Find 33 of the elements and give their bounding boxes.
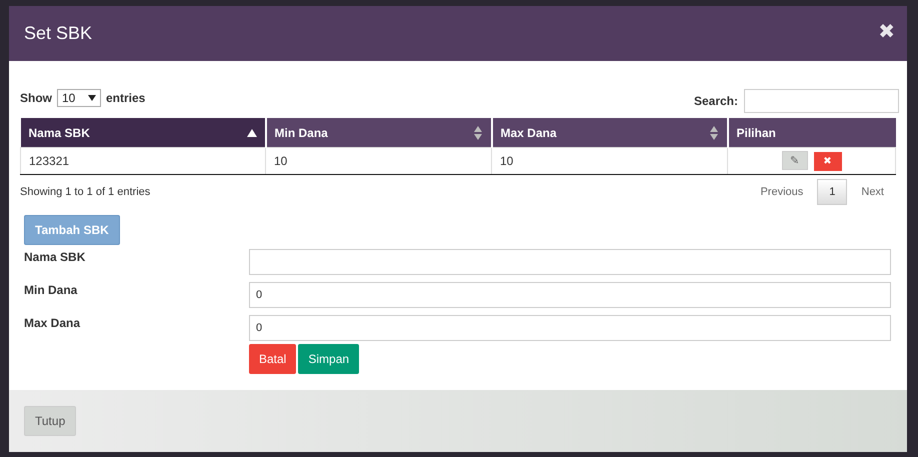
search-label: Search: xyxy=(694,94,738,108)
pagination-link[interactable]: Previous xyxy=(748,179,816,205)
save-button[interactable]: Simpan xyxy=(298,344,360,374)
table-cell: 10 xyxy=(492,148,728,174)
field-label: Max Dana xyxy=(23,315,82,330)
input-field[interactable]: 0 xyxy=(249,282,891,308)
search-field[interactable] xyxy=(744,89,899,113)
page-button[interactable]: 1 xyxy=(817,179,848,205)
close-dialog-button[interactable]: Tutup xyxy=(24,406,76,436)
column-header[interactable]: Min Dana xyxy=(266,118,492,148)
table-cell: 123321 xyxy=(20,148,266,174)
sort-icon xyxy=(246,128,256,136)
field-label: Nama SBK xyxy=(23,249,86,264)
input-field[interactable] xyxy=(249,249,891,275)
input-field[interactable]: 0 xyxy=(249,315,891,341)
delete-button[interactable]: ✖ xyxy=(814,152,842,171)
caret-icon xyxy=(88,95,96,101)
column-header[interactable]: Nama SBK xyxy=(20,118,266,148)
table-info: Showing 1 to 1 of 1 entries xyxy=(20,186,150,198)
field-label: Min Dana xyxy=(23,282,78,297)
entries-label: entries xyxy=(106,91,146,105)
sort-icon xyxy=(472,126,482,140)
cancel-button[interactable]: Batal xyxy=(249,344,296,374)
pagination-link[interactable]: Next xyxy=(849,179,896,205)
close-button[interactable]: ✖ xyxy=(878,18,895,42)
show-label: Show xyxy=(20,91,52,105)
sort-icon xyxy=(708,126,718,140)
column-header: Pilihan xyxy=(728,118,896,148)
column-header[interactable]: Max Dana xyxy=(492,118,728,148)
table-cell: 10 xyxy=(266,148,492,174)
edit-button[interactable]: ✎ xyxy=(782,151,808,170)
modal-title: Set SBK xyxy=(24,23,92,44)
page-length-select[interactable]: 10 xyxy=(57,89,101,107)
